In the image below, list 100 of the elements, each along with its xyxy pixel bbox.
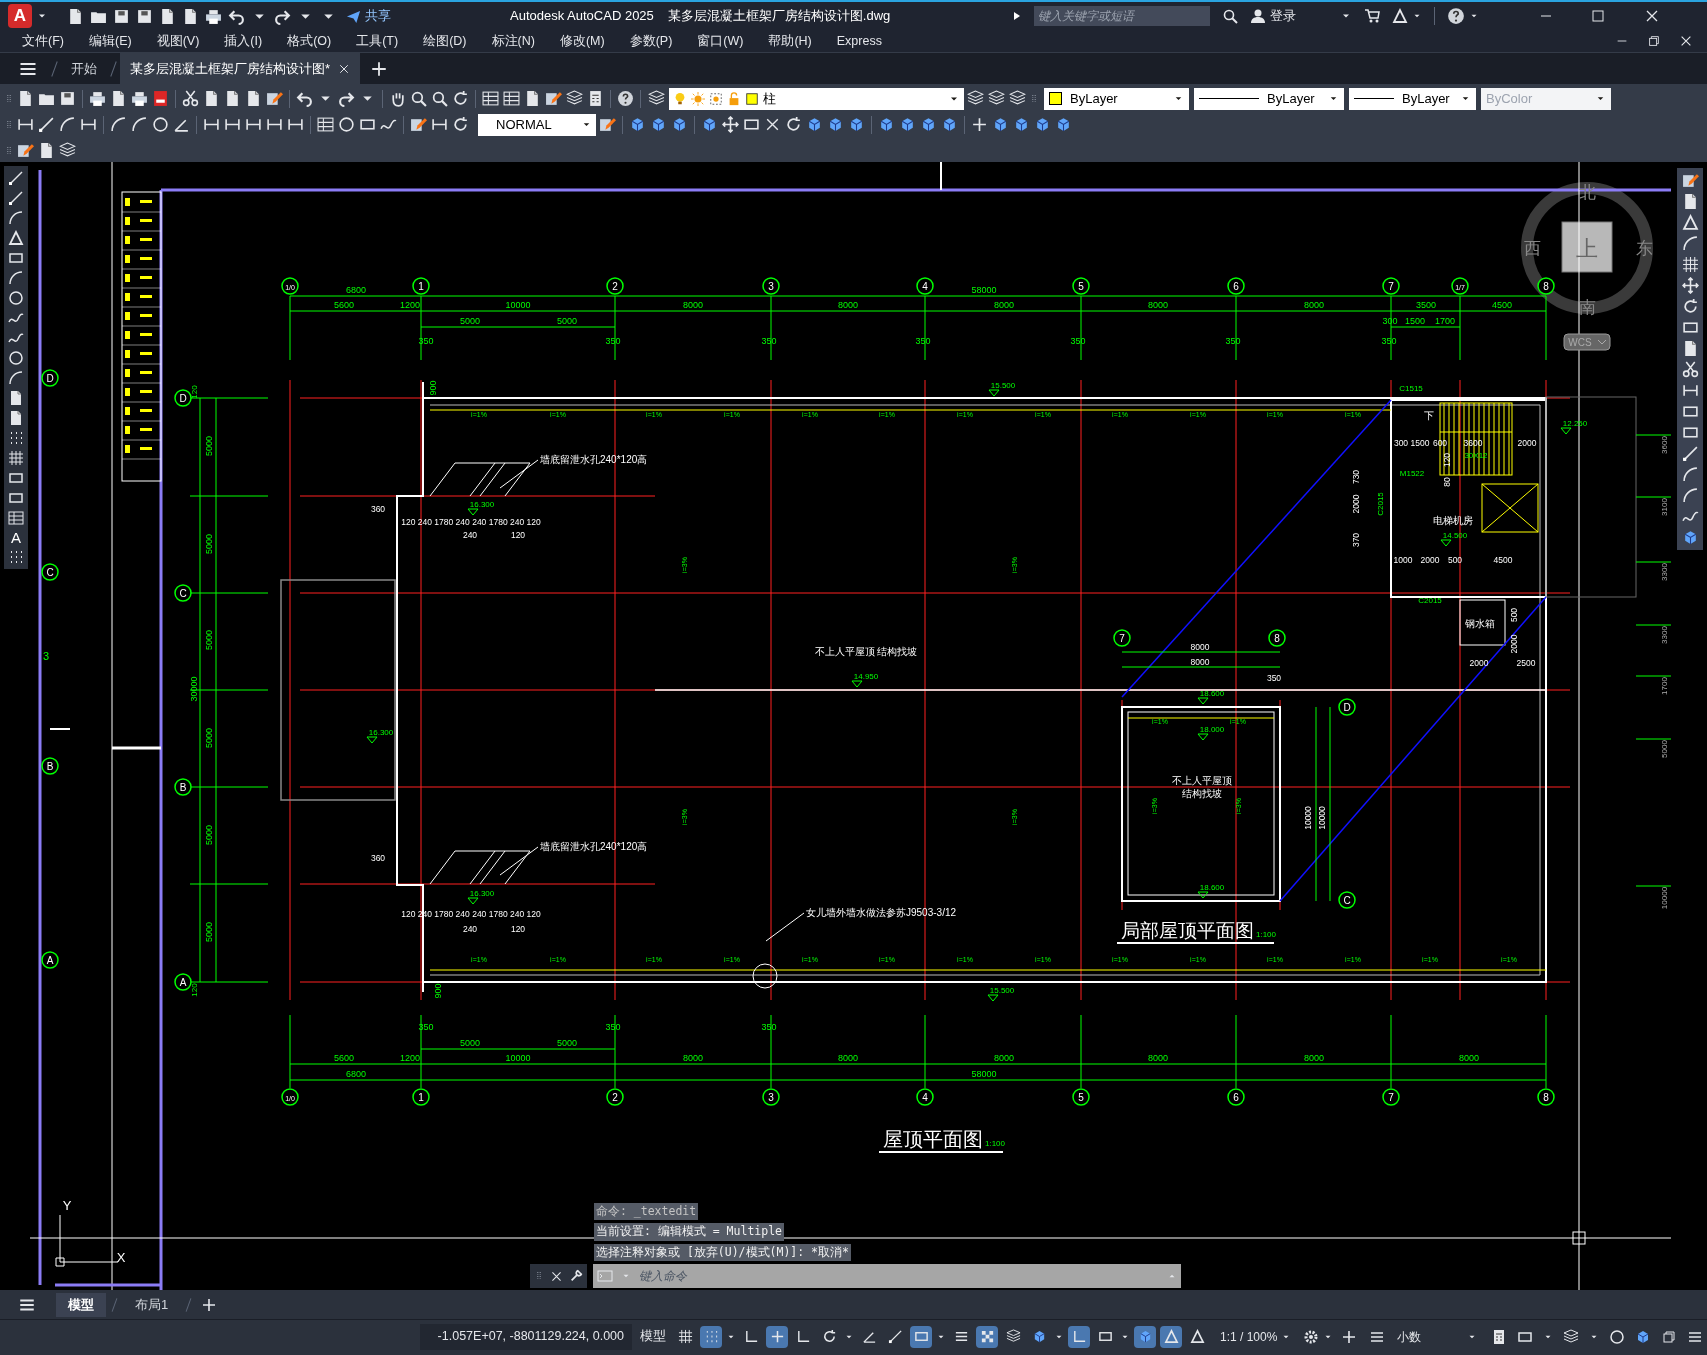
document-icon[interactable] xyxy=(245,90,262,107)
cube-icon[interactable] xyxy=(878,116,895,133)
rotate-arrow-icon[interactable] xyxy=(785,116,802,133)
cube-icon[interactable] xyxy=(992,116,1009,133)
document-tab[interactable]: 某多层混凝土框架厂房结构设计图* xyxy=(120,52,361,85)
menu-item[interactable]: 绘图(D) xyxy=(423,31,467,51)
document-icon[interactable] xyxy=(159,7,176,25)
layer-stack-icon[interactable] xyxy=(566,90,583,107)
circle-icon[interactable] xyxy=(338,116,355,133)
rectangle-icon[interactable] xyxy=(743,116,760,133)
arc-icon[interactable] xyxy=(131,116,148,133)
magnifier-icon[interactable] xyxy=(431,90,448,107)
rectangle-icon[interactable] xyxy=(359,116,376,133)
document-icon[interactable] xyxy=(182,7,199,25)
line-icon[interactable] xyxy=(8,190,24,206)
help-circle-icon[interactable] xyxy=(617,90,634,107)
menu-item[interactable]: 窗口(W) xyxy=(697,31,744,51)
menu-item[interactable]: 参数(P) xyxy=(629,31,673,51)
menu-item[interactable]: Express xyxy=(836,31,882,51)
magnifier-icon[interactable] xyxy=(1222,8,1239,24)
dimension-icon[interactable] xyxy=(17,116,34,133)
menu-item[interactable]: 编辑(E) xyxy=(88,31,132,51)
arc-icon[interactable] xyxy=(59,116,76,133)
dimension-style-dropdown[interactable]: NORMAL xyxy=(478,113,596,136)
menu-item[interactable]: 文件(F) xyxy=(22,31,64,51)
layer-stack-icon[interactable] xyxy=(967,90,984,107)
move-arrows-icon[interactable] xyxy=(1681,277,1699,294)
wrench-icon[interactable] xyxy=(569,1269,583,1283)
dimension-icon[interactable] xyxy=(266,116,283,133)
arc-icon[interactable] xyxy=(8,370,24,386)
rotate-arrow-icon[interactable] xyxy=(1681,298,1699,315)
status-toggle[interactable] xyxy=(910,1325,932,1348)
table-icon[interactable] xyxy=(8,510,24,526)
cube-icon[interactable] xyxy=(1013,116,1030,133)
close-icon[interactable] xyxy=(764,116,781,133)
calculator-icon[interactable] xyxy=(587,90,604,107)
status-toggle[interactable] xyxy=(1160,1325,1182,1348)
layer-stack-icon[interactable] xyxy=(1563,1328,1580,1345)
move-arrows-icon[interactable] xyxy=(722,116,739,133)
pencil-icon[interactable] xyxy=(266,90,283,107)
arc-icon[interactable] xyxy=(1681,466,1699,483)
cube-icon[interactable] xyxy=(848,116,865,133)
menu-item[interactable]: 修改(M) xyxy=(559,31,605,51)
rectangle-icon[interactable] xyxy=(1681,424,1699,441)
menu-item[interactable]: 工具(T) xyxy=(356,31,399,51)
dimension-icon[interactable] xyxy=(287,116,304,133)
document-icon[interactable] xyxy=(38,142,55,159)
grid-icon[interactable] xyxy=(8,450,24,466)
sign-in-button[interactable]: 登录 xyxy=(1250,6,1297,26)
scissors-icon[interactable] xyxy=(182,90,199,107)
document-icon[interactable] xyxy=(110,90,127,107)
document-icon[interactable] xyxy=(203,90,220,107)
document-icon[interactable] xyxy=(17,90,34,107)
menu-item[interactable]: 视图(V) xyxy=(156,31,200,51)
table-icon[interactable] xyxy=(503,90,520,107)
line-icon[interactable] xyxy=(38,116,55,133)
property-dropdown[interactable]: ByLayer xyxy=(1044,87,1189,110)
plus-icon[interactable] xyxy=(1341,1328,1358,1345)
printer-icon[interactable] xyxy=(131,90,148,107)
cube-icon[interactable] xyxy=(650,116,667,133)
layer-stack-icon[interactable] xyxy=(1009,90,1026,107)
units-dropdown[interactable]: 小数 xyxy=(1393,1325,1482,1348)
dimension-icon[interactable] xyxy=(245,116,262,133)
cube-icon[interactable] xyxy=(701,116,718,133)
arc-icon[interactable] xyxy=(8,270,24,286)
cube-icon[interactable] xyxy=(920,116,937,133)
arc-icon[interactable] xyxy=(1681,487,1699,504)
restore-icon[interactable] xyxy=(1647,34,1661,48)
printer-icon[interactable] xyxy=(89,90,106,107)
menu-item[interactable]: 标注(N) xyxy=(491,31,535,51)
status-toggle[interactable] xyxy=(1068,1325,1090,1348)
printer-icon[interactable] xyxy=(205,7,222,25)
undo-arrow-icon[interactable] xyxy=(296,90,313,107)
dot-grid-icon[interactable] xyxy=(8,549,24,565)
line-icon[interactable] xyxy=(8,170,24,186)
pdf-document-icon[interactable] xyxy=(152,90,169,107)
arc-icon[interactable] xyxy=(1681,235,1699,252)
annotation-scale-button[interactable]: 1:1 / 100% xyxy=(1220,1327,1292,1346)
cube-icon[interactable] xyxy=(899,116,916,133)
dimension-icon[interactable] xyxy=(431,116,448,133)
table-icon[interactable] xyxy=(482,90,499,107)
rotate-arrow-icon[interactable] xyxy=(452,116,469,133)
circle-icon[interactable] xyxy=(8,290,24,306)
dot-grid-icon[interactable] xyxy=(8,430,24,446)
redo-arrow-icon[interactable] xyxy=(338,90,355,107)
layout-tab[interactable]: 模型 xyxy=(56,1292,106,1317)
search-field[interactable]: 键入关键字或短语 xyxy=(1034,6,1211,26)
menu-item[interactable]: 插入(I) xyxy=(224,31,263,51)
maximize-icon[interactable] xyxy=(1590,8,1607,24)
triangle-icon[interactable] xyxy=(1681,214,1699,231)
table-icon[interactable] xyxy=(317,116,334,133)
rectangle-icon[interactable] xyxy=(1681,403,1699,420)
cube-icon[interactable] xyxy=(1034,116,1051,133)
close-icon[interactable] xyxy=(550,1269,563,1283)
close-icon[interactable] xyxy=(1679,34,1693,48)
layer-stack-icon[interactable] xyxy=(59,142,76,159)
menu-item[interactable]: 格式(O) xyxy=(287,31,332,51)
plus-icon[interactable] xyxy=(971,116,988,133)
dimension-icon[interactable] xyxy=(1681,382,1699,399)
gear-icon[interactable] xyxy=(1303,1328,1320,1345)
